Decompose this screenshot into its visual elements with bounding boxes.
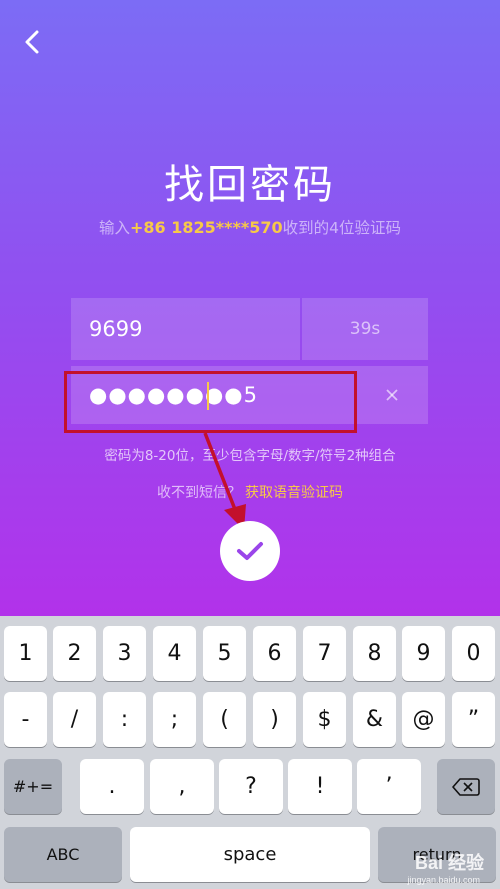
key-4[interactable]: 4 — [153, 626, 196, 681]
key-6[interactable]: 6 — [253, 626, 296, 681]
recovery-screen: 找回密码 输入+86 1825****570收到的4位验证码 9699 39s … — [0, 0, 500, 616]
key-colon[interactable]: : — [103, 692, 146, 747]
key-comma[interactable]: , — [150, 759, 214, 814]
key-0[interactable]: 0 — [452, 626, 495, 681]
key-2[interactable]: 2 — [53, 626, 96, 681]
key-dollar[interactable]: $ — [303, 692, 346, 747]
key-open-paren[interactable]: ( — [203, 692, 246, 747]
checkmark-icon — [237, 542, 263, 560]
backspace-key[interactable] — [437, 759, 495, 814]
key-exclamation[interactable]: ! — [288, 759, 352, 814]
key-semicolon[interactable]: ; — [153, 692, 196, 747]
key-5[interactable]: 5 — [203, 626, 246, 681]
backspace-icon — [452, 777, 480, 796]
key-close-paren[interactable]: ) — [253, 692, 296, 747]
key-1[interactable]: 1 — [4, 626, 47, 681]
key-quote[interactable]: ” — [452, 692, 495, 747]
key-hyphen[interactable]: - — [4, 692, 47, 747]
key-7[interactable]: 7 — [303, 626, 346, 681]
watermark-url: jingyan.baidu.com — [407, 875, 480, 885]
key-3[interactable]: 3 — [103, 626, 146, 681]
key-9[interactable]: 9 — [402, 626, 445, 681]
key-symbols-toggle[interactable]: #+= — [4, 759, 62, 814]
key-apostrophe[interactable]: ’ — [357, 759, 421, 814]
watermark-logo: Bai 经验 — [414, 853, 484, 873]
submit-button[interactable] — [220, 521, 280, 581]
key-at[interactable]: @ — [402, 692, 445, 747]
space-key[interactable]: space — [130, 827, 370, 882]
numeric-keyboard: 1 2 3 4 5 6 7 8 9 0 - / : ; ( ) $ & @ ” … — [0, 616, 500, 889]
key-abc[interactable]: ABC — [4, 827, 122, 882]
key-ampersand[interactable]: & — [353, 692, 396, 747]
key-question[interactable]: ? — [219, 759, 283, 814]
key-slash[interactable]: / — [53, 692, 96, 747]
key-period[interactable]: . — [80, 759, 144, 814]
key-8[interactable]: 8 — [353, 626, 396, 681]
